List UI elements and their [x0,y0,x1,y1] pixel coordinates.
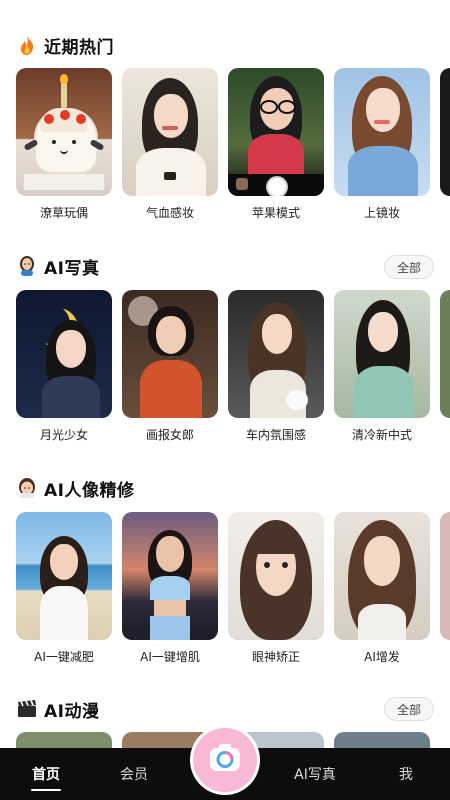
feature-label: 气血感妆 [145,206,194,220]
feature-card[interactable]: 潦草玩偶 [16,68,112,221]
view-all-button[interactable]: 全部 [383,255,434,279]
tab-ai-portrait[interactable]: AI写真 [282,748,348,800]
feature-label: AI一键增肌 [140,650,200,664]
feature-label: 月光少女 [39,428,88,442]
feature-thumbnail [16,68,112,196]
card-row[interactable]: 月光少女 画报女郎 车内氛围感 清冷新中式 [16,290,450,450]
active-tab-indicator [31,789,61,791]
feature-thumbnail [16,512,112,640]
feature-thumbnail [122,512,218,640]
section-title: 近期热门 [44,37,114,58]
tab-home[interactable]: 首页 [16,748,76,800]
feature-card[interactable]: 月光少女 [16,290,112,443]
feature-thumbnail [16,290,112,418]
feature-card[interactable]: AI增发 [334,512,430,665]
section-header: AI动漫 [16,695,99,723]
section-ai-portrait: AI写真 全部 月光少女 画报女郎 车内氛围感 清冷新中式 [0,240,450,470]
section-title: AI人像精修 [44,480,135,501]
camera-button[interactable] [193,728,257,792]
feature-thumbnail [122,68,218,196]
feature-label: 上镜妆 [363,206,400,220]
feature-card[interactable]: 上镜妆 [334,68,430,221]
girl-face-icon [16,477,38,499]
clapper-board-icon [16,698,38,720]
section-header: 近期热门 [16,31,114,59]
feature-card[interactable]: AI一键减肥 [16,512,112,665]
feature-card[interactable]: 画报女郎 [122,290,218,443]
feature-thumbnail [228,512,324,640]
view-all-button[interactable]: 全部 [383,697,434,721]
feature-card[interactable]: 气血感妆 [122,68,218,221]
tab-me[interactable]: 我 [376,748,436,800]
woman-artist-icon [16,255,38,277]
section-ai-retouch: AI人像精修 AI一键减肥 AI一键增肌 眼神矫正 AI增发 [0,470,450,690]
feature-label: 画报女郎 [145,428,194,442]
feature-label: 清冷新中式 [351,428,412,442]
feature-label: 车内氛围感 [245,428,306,442]
camera-icon [208,743,242,777]
section-title: AI写真 [44,258,100,279]
next-card-peek [440,512,450,640]
tab-membership[interactable]: 会员 [104,748,164,800]
feature-thumbnail [334,290,430,418]
feature-label: 潦草玩偶 [39,206,88,220]
next-card-peek [440,68,450,196]
feature-thumbnail [228,68,324,196]
section-title: AI动漫 [44,701,100,722]
feature-thumbnail [228,290,324,418]
section-header: AI人像精修 [16,474,134,502]
feature-card[interactable]: 苹果模式 [228,68,324,221]
feature-label: AI增发 [364,650,400,664]
feature-thumbnail [334,68,430,196]
feature-card[interactable]: 清冷新中式 [334,290,430,443]
feature-card[interactable]: 眼神矫正 [228,512,324,665]
next-card-peek [440,290,450,418]
feature-card[interactable]: AI一键增肌 [122,512,218,665]
feature-card[interactable]: 车内氛围感 [228,290,324,443]
feature-thumbnail [122,290,218,418]
fire-icon [16,34,38,56]
card-row[interactable]: 潦草玩偶 气血感妆 苹果模式 上镜妆 [16,68,450,228]
feature-label: AI一键减肥 [34,650,94,664]
feature-label: 苹果模式 [251,206,300,220]
section-header: AI写真 [16,252,99,280]
card-row[interactable]: AI一键减肥 AI一键增肌 眼神矫正 AI增发 [16,512,450,672]
feature-thumbnail [334,512,430,640]
feature-label: 眼神矫正 [251,650,300,664]
section-recent-hot: 近期热门 潦草玩偶 气血感妆 苹果模式 上镜妆 [0,0,450,240]
